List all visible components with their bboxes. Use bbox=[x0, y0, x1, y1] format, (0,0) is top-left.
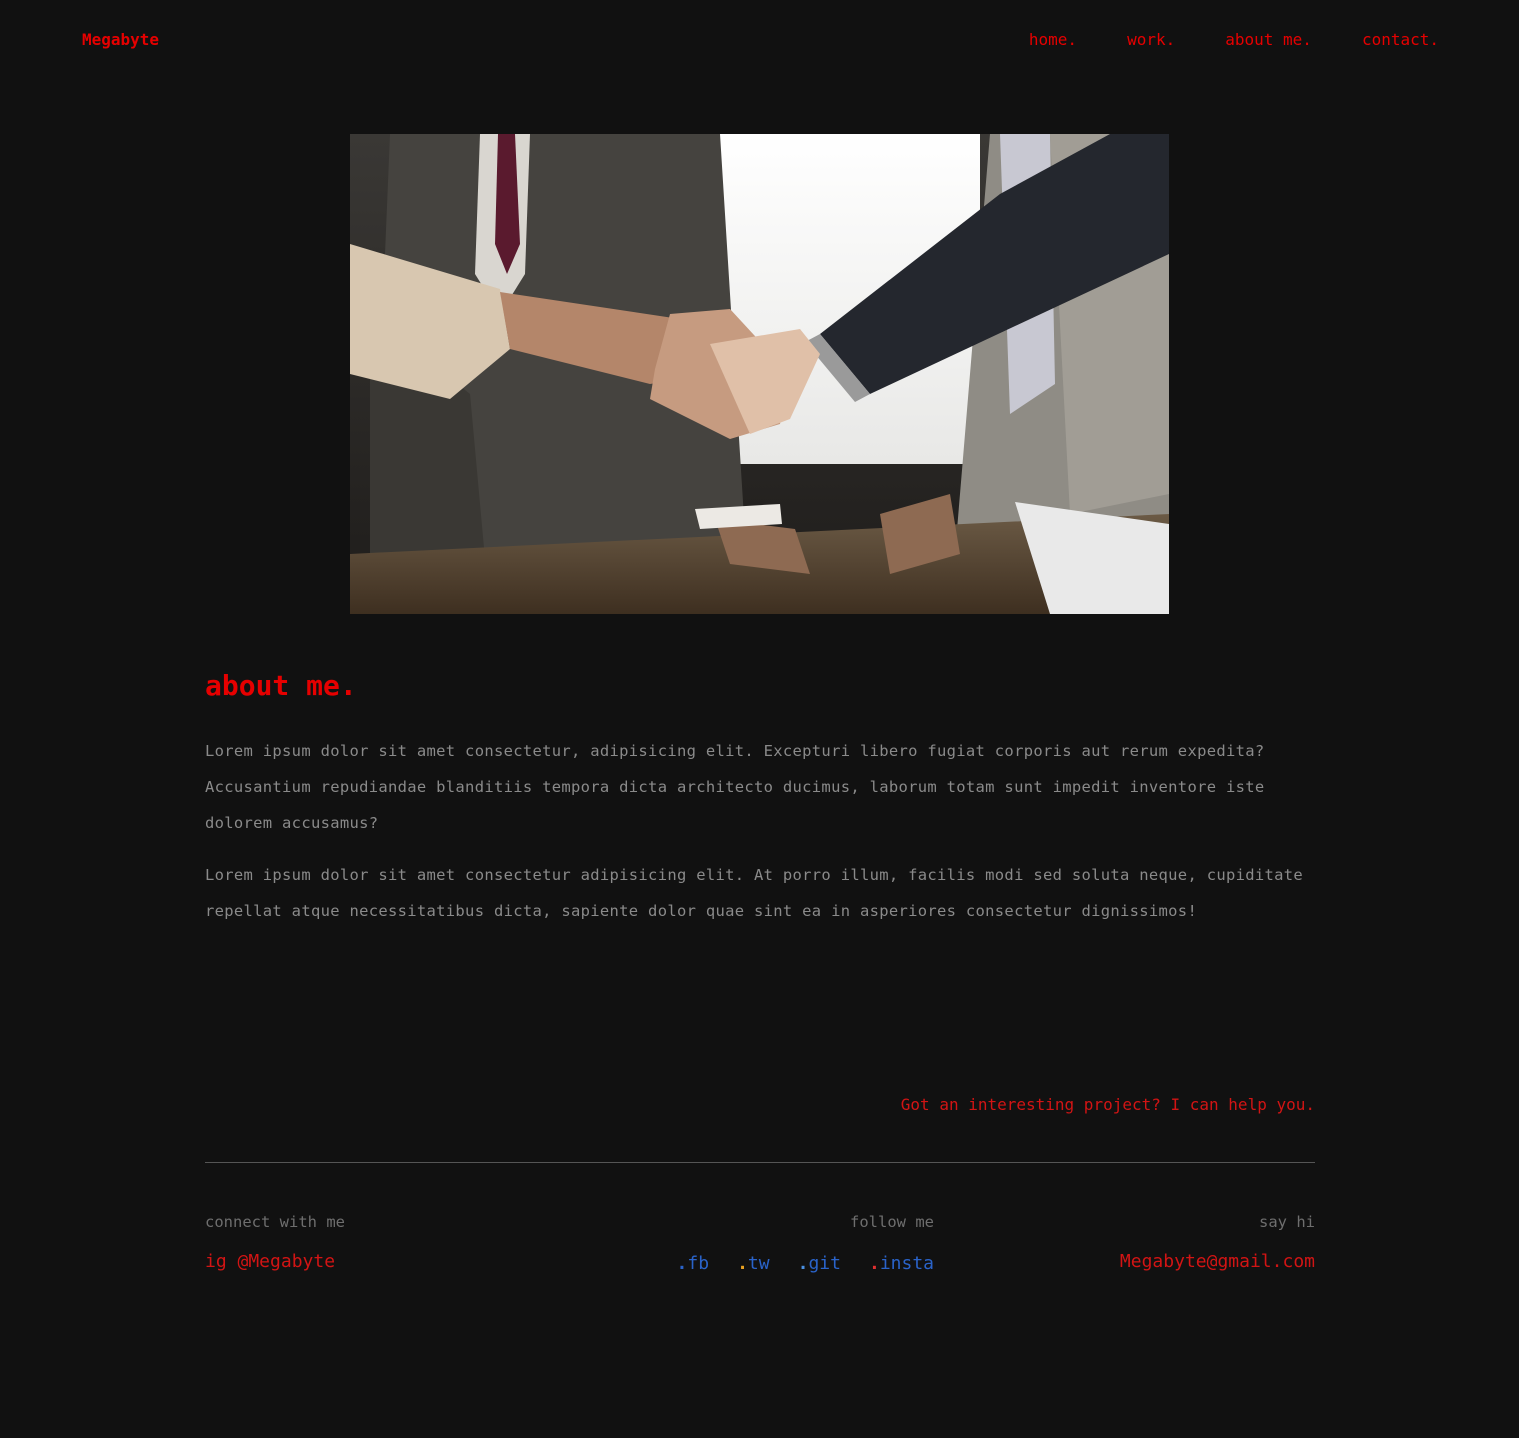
dot-icon: . bbox=[868, 1253, 880, 1274]
social-link-fb[interactable]: . fb bbox=[677, 1251, 710, 1277]
site-logo[interactable]: Megabyte bbox=[82, 30, 159, 50]
social-link-tw[interactable]: . tw bbox=[737, 1251, 770, 1277]
connect-label: connect with me bbox=[205, 1213, 345, 1231]
nav-home[interactable]: home. bbox=[1029, 30, 1077, 50]
handshake-photo bbox=[350, 134, 1169, 614]
social-link-git[interactable]: . git bbox=[798, 1251, 841, 1277]
footer-divider bbox=[205, 1162, 1315, 1163]
hero-image bbox=[350, 134, 1169, 614]
main-nav: home. work. about me. contact. bbox=[1029, 30, 1439, 50]
social-link-insta[interactable]: . insta bbox=[869, 1251, 934, 1277]
social-links: . fb . tw . git . insta bbox=[677, 1251, 934, 1277]
social-label: git bbox=[808, 1253, 841, 1274]
about-title: about me. bbox=[205, 669, 357, 702]
about-paragraph-1: Lorem ipsum dolor sit amet consectetur, … bbox=[205, 742, 1265, 832]
dot-icon: . bbox=[676, 1253, 688, 1274]
dot-icon: . bbox=[797, 1253, 809, 1274]
follow-label: follow me bbox=[850, 1213, 934, 1231]
social-label: tw bbox=[747, 1253, 770, 1274]
cta-text: Got an interesting project? I can help y… bbox=[900, 1095, 1315, 1114]
say-hi-label: say hi bbox=[1259, 1213, 1315, 1231]
about-paragraph-2: Lorem ipsum dolor sit amet consectetur a… bbox=[205, 866, 1304, 920]
social-label: insta bbox=[879, 1253, 934, 1274]
social-label: fb bbox=[687, 1253, 710, 1274]
nav-contact[interactable]: contact. bbox=[1362, 30, 1439, 50]
nav-work[interactable]: work. bbox=[1127, 30, 1175, 50]
nav-about[interactable]: about me. bbox=[1225, 30, 1312, 50]
dot-icon: . bbox=[737, 1253, 748, 1274]
instagram-handle-link[interactable]: ig @Megabyte bbox=[205, 1249, 335, 1275]
email-link[interactable]: Megabyte@gmail.com bbox=[1120, 1249, 1315, 1275]
